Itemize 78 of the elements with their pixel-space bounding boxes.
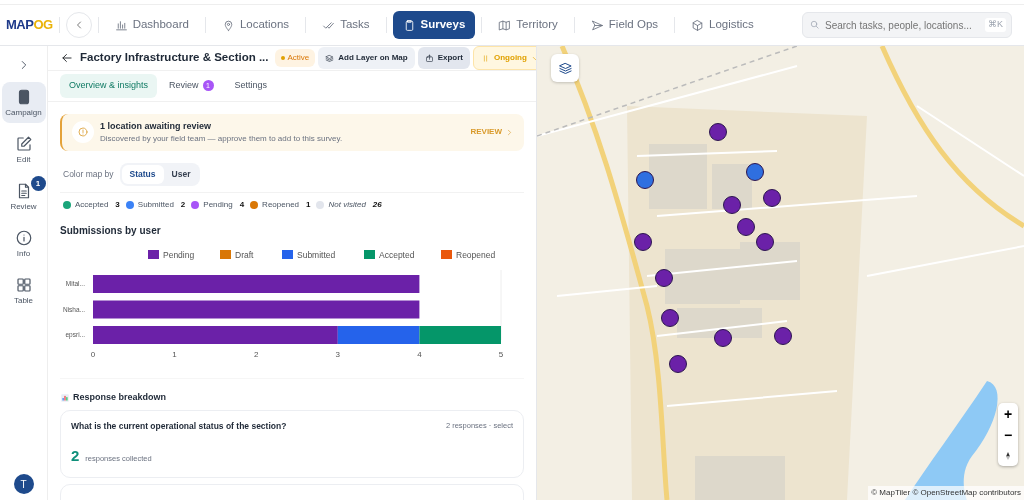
section-title: Response breakdown: [73, 390, 167, 404]
info-icon: [14, 229, 33, 247]
sidebar-item[interactable]: Review 1: [1, 176, 46, 217]
alert-title: 1 location awaiting review: [100, 119, 213, 133]
legend-label: Draft: [235, 249, 255, 260]
grid-icon: [14, 276, 33, 294]
tick-label: 5: [498, 349, 504, 359]
legend-label: Submitted: [297, 249, 336, 260]
section-title: Submissions by user: [60, 223, 162, 238]
legend-label: Pending: [163, 249, 195, 260]
legend-item: Pending: [148, 249, 195, 260]
nav-tab[interactable]: Dashboard: [104, 11, 199, 39]
status-count: 3: [115, 198, 120, 211]
segment-option[interactable]: User: [163, 165, 199, 184]
layers-button[interactable]: [551, 54, 579, 82]
status-label: Pending: [203, 198, 233, 211]
sidebar-item[interactable]: Info: [1, 223, 46, 264]
status-label: Accepted: [75, 198, 109, 211]
shortcut-key: ⌘K: [985, 18, 1006, 32]
status-badge: Active: [274, 49, 316, 67]
nav-tab[interactable]: Logistics: [681, 11, 764, 39]
status-label: Reopened: [262, 198, 300, 211]
export-icon: [424, 53, 434, 63]
export-button[interactable]: Export: [417, 47, 470, 69]
sidebar-item[interactable]: Edit: [1, 129, 46, 170]
nav-tab[interactable]: Locations: [211, 11, 300, 39]
map-icon: [498, 18, 512, 32]
map-attribution: © MapTiler © OpenStreetMap contributors: [868, 486, 1024, 500]
tab[interactable]: Overview & insights: [60, 74, 158, 98]
chevron-right-icon: [505, 127, 514, 137]
legend-item: Draft: [220, 249, 254, 260]
tab[interactable]: Settings: [225, 74, 277, 98]
survey-title: Factory Infrastructure & Section ...: [80, 50, 269, 66]
status-label: Submitted: [137, 198, 174, 211]
nav-tab[interactable]: Tasks: [312, 11, 380, 39]
segment-option[interactable]: Status: [121, 165, 164, 184]
zoom-out-button[interactable]: −: [998, 424, 1018, 445]
send-icon: [590, 18, 604, 32]
nav-tab[interactable]: Surveys: [392, 11, 476, 39]
legend-label: Reopened: [456, 249, 496, 260]
sidebar-item[interactable]: Table: [1, 270, 46, 311]
bar-chart-icon: [114, 18, 128, 32]
status-count: 26: [372, 198, 382, 211]
add-layer-button[interactable]: Add Layer on Map: [318, 47, 415, 69]
back-button[interactable]: [60, 51, 74, 65]
cube-icon: [691, 18, 705, 32]
question-text: What is the current operational status of the section?: [71, 420, 287, 433]
nav-tab[interactable]: Field Ops: [580, 11, 669, 39]
warning-icon: [77, 126, 89, 139]
legend-item: Reopened: [441, 249, 496, 260]
legend-item: Submitted: [282, 249, 336, 260]
count-badge: 1: [30, 176, 46, 191]
response-count: 2: [71, 446, 80, 466]
tick-label: 0: [90, 349, 96, 359]
arrow-left-icon: [60, 51, 74, 65]
zoom-in-button[interactable]: +: [998, 403, 1018, 424]
user-avatar[interactable]: T: [13, 474, 34, 494]
tick-label: 1: [172, 349, 177, 359]
search-icon: [809, 19, 820, 30]
logo: MAPOG: [6, 16, 53, 35]
chart-icon: [60, 392, 70, 403]
legend-label: Accepted: [379, 249, 415, 260]
tick-label: 4: [417, 349, 422, 359]
color-map-label: Color map by: [63, 168, 114, 181]
pause-icon: [481, 53, 490, 63]
edit-icon: [14, 135, 33, 153]
layers-icon: [557, 60, 573, 76]
sidebar-item[interactable]: Campaign: [1, 82, 46, 123]
status-label: Not visited: [328, 198, 366, 211]
legend-item: Accepted: [364, 249, 415, 260]
status-count: 1: [306, 198, 311, 211]
status-count: 2: [180, 198, 186, 211]
nav-tab[interactable]: Territory: [488, 11, 568, 39]
status-count: 4: [239, 198, 245, 211]
layers-icon: [325, 53, 335, 63]
tick-label: 2: [253, 349, 259, 359]
alert-text: Discovered by your field team — approve them to add to this survey.: [100, 133, 344, 145]
tick-label: 3: [335, 349, 341, 359]
